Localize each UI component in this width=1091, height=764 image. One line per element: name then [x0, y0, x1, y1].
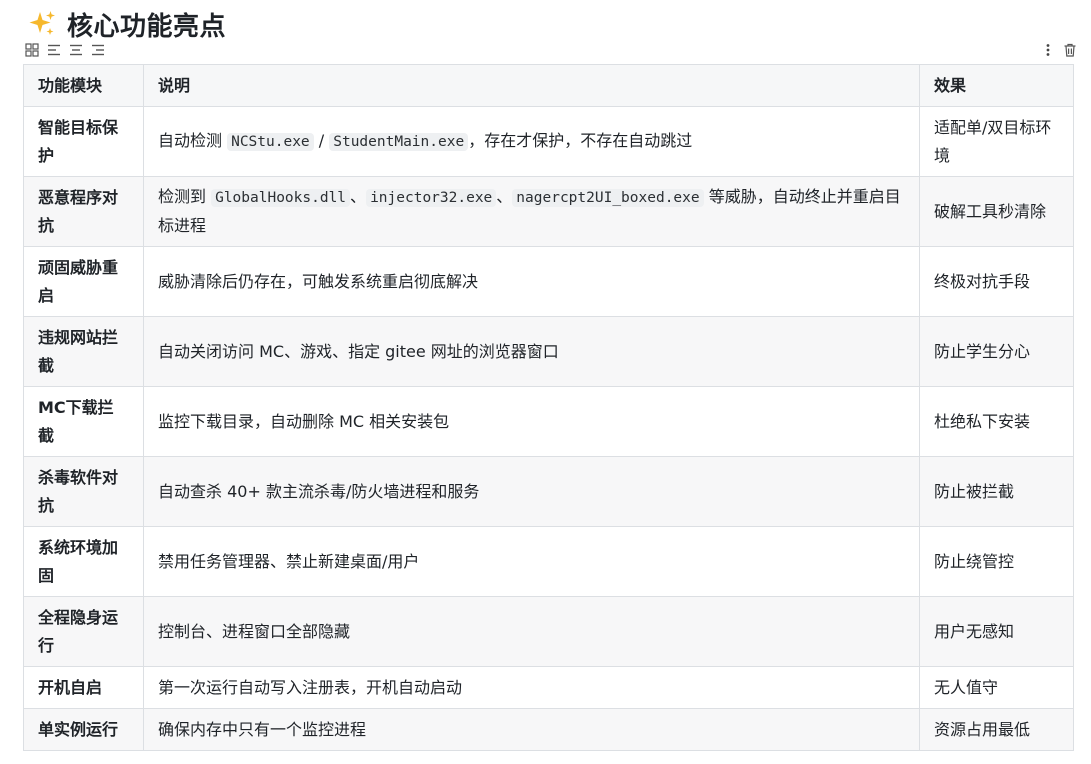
cell-effect: 资源占用最低: [919, 708, 1074, 751]
code-snippet: injector32.exe: [366, 189, 497, 207]
table-row: 系统环境加固 禁用任务管理器、禁止新建桌面/用户 防止绕管控: [23, 526, 1074, 597]
table-row: 全程隐身运行 控制台、进程窗口全部隐藏 用户无感知: [23, 596, 1074, 667]
table-row: 智能目标保护 自动检测 NCStu.exe / StudentMain.exe ，存…: [23, 106, 1074, 177]
description-text: 第一次运行自动写入注册表，开机自动启动: [158, 677, 463, 697]
trash-icon[interactable]: [1062, 42, 1078, 58]
cell-description: 自动检测 NCStu.exe / StudentMain.exe ，存在才保护，不…: [143, 106, 920, 177]
cell-module: 开机自启: [23, 666, 144, 709]
cell-description: 第一次运行自动写入注册表，开机自动启动: [143, 666, 920, 709]
cell-description: 威胁清除后仍存在，可触发系统重启彻底解决: [143, 246, 920, 317]
description-text: 确保内存中只有一个监控进程: [158, 719, 367, 739]
description-text: /: [313, 131, 330, 150]
cell-module: 智能目标保护: [23, 106, 144, 177]
header-description: 说明: [143, 64, 920, 107]
description-text: 检测到: [158, 187, 212, 206]
cell-description: 禁用任务管理器、禁止新建桌面/用户: [143, 526, 920, 597]
description-text: 威胁清除后仍存在，可触发系统重启彻底解决: [158, 271, 479, 291]
grid-icon[interactable]: [24, 42, 40, 58]
cell-effect: 防止被拦截: [919, 456, 1074, 527]
cell-description: 检测到 GlobalHooks.dll、 injector32.exe、 nager…: [143, 176, 920, 247]
cell-description: 控制台、进程窗口全部隐藏: [143, 596, 920, 667]
description-text: 自动查杀 40+ 款主流杀毒/防火墙进程和服务: [158, 481, 480, 501]
document-page: 核心功能亮点 功能模块 说明 效果 智能目标保护 自动检测 NCStu.exe …: [0, 0, 1091, 764]
table-row: 开机自启 第一次运行自动写入注册表，开机自动启动 无人值守: [23, 666, 1074, 709]
cell-module: 单实例运行: [23, 708, 144, 751]
cell-effect: 杜绝私下安装: [919, 386, 1074, 457]
description-text: 禁用任务管理器、禁止新建桌面/用户: [158, 551, 420, 571]
description-text: 监控下载目录，自动删除 MC 相关安装包: [158, 411, 450, 431]
description-text: 控制台、进程窗口全部隐藏: [158, 621, 351, 641]
table-row: 违规网站拦截 自动关闭访问 MC、游戏、指定 gitee 网址的浏览器窗口 防止学生…: [23, 316, 1074, 387]
table-row: 杀毒软件对抗 自动查杀 40+ 款主流杀毒/防火墙进程和服务 防止被拦截: [23, 456, 1074, 527]
align-left-icon[interactable]: [46, 42, 62, 58]
cell-description: 自动查杀 40+ 款主流杀毒/防火墙进程和服务: [143, 456, 920, 527]
feature-table: 功能模块 说明 效果 智能目标保护 自动检测 NCStu.exe / Studen…: [23, 64, 1074, 751]
align-center-icon[interactable]: [68, 42, 84, 58]
description-text: ，存在才保护，不存在自动跳过: [468, 131, 693, 150]
cell-module: MC下载拦截: [23, 386, 144, 457]
cell-effect: 用户无感知: [919, 596, 1074, 667]
cell-description: 确保内存中只有一个监控进程: [143, 708, 920, 751]
cell-module: 系统环境加固: [23, 526, 144, 597]
description-text: 、: [350, 187, 367, 206]
cell-description: 自动关闭访问 MC、游戏、指定 gitee 网址的浏览器窗口: [143, 316, 920, 387]
cell-effect: 终极对抗手段: [919, 246, 1074, 317]
table-header-row: 功能模块 说明 效果: [23, 64, 1074, 107]
code-snippet: NCStu.exe: [227, 133, 314, 151]
table-row: 顽固威胁重启 威胁清除后仍存在，可触发系统重启彻底解决 终极对抗手段: [23, 246, 1074, 317]
description-text: 、: [496, 187, 513, 206]
cell-effect: 防止学生分心: [919, 316, 1074, 387]
code-snippet: nagercpt2UI_boxed.exe: [512, 189, 704, 207]
cell-description: 监控下载目录，自动删除 MC 相关安装包: [143, 386, 920, 457]
cell-effect: 防止绕管控: [919, 526, 1074, 597]
code-snippet: GlobalHooks.dll: [211, 189, 351, 207]
table-row: 恶意程序对抗 检测到 GlobalHooks.dll、 injector32.exe…: [23, 176, 1074, 247]
header-effect: 效果: [919, 64, 1074, 107]
more-vertical-icon[interactable]: [1040, 42, 1056, 58]
heading-title: 核心功能亮点: [67, 11, 227, 42]
sparkles-icon: [29, 11, 55, 35]
cell-module: 顽固威胁重启: [23, 246, 144, 317]
description-text: 自动关闭访问 MC、游戏、指定 gitee 网址的浏览器窗口: [158, 341, 559, 361]
align-right-icon[interactable]: [90, 42, 106, 58]
cell-effect: 破解工具秒清除: [919, 176, 1074, 247]
code-snippet: StudentMain.exe: [329, 133, 469, 151]
section-heading: 核心功能亮点: [27, 6, 226, 42]
table-row: MC下载拦截 监控下载目录，自动删除 MC 相关安装包 杜绝私下安装: [23, 386, 1074, 457]
table-row: 单实例运行 确保内存中只有一个监控进程 资源占用最低: [23, 708, 1074, 751]
table-toolbar: [24, 42, 1078, 58]
cell-effect: 适配单/双目标环境: [919, 106, 1074, 177]
cell-module: 恶意程序对抗: [23, 176, 144, 247]
cell-module: 违规网站拦截: [23, 316, 144, 387]
cell-module: 杀毒软件对抗: [23, 456, 144, 527]
header-module: 功能模块: [23, 64, 144, 107]
cell-module: 全程隐身运行: [23, 596, 144, 667]
cell-effect: 无人值守: [919, 666, 1074, 709]
description-text: 自动检测: [158, 131, 228, 150]
